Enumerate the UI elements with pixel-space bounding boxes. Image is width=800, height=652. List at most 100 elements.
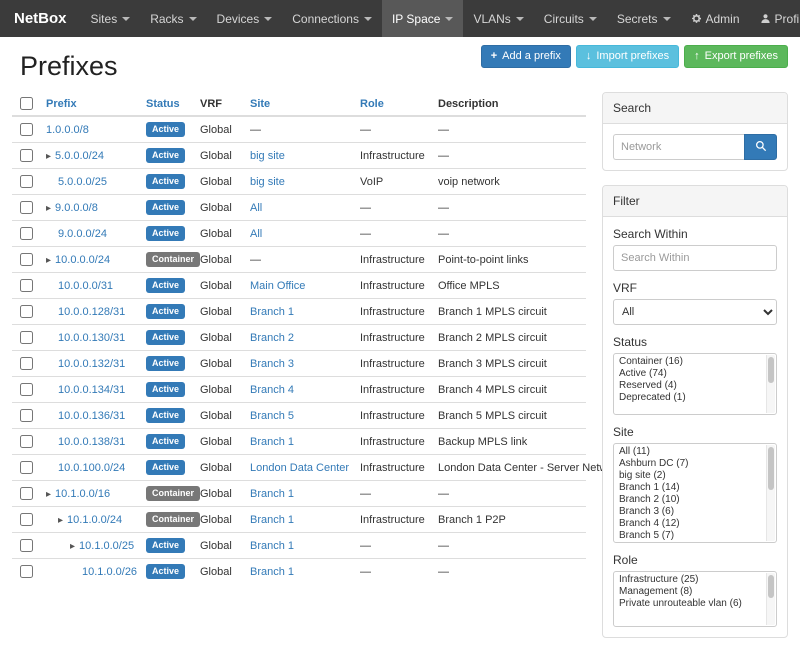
prefix-link[interactable]: 10.0.0.138/31: [58, 436, 125, 448]
row-checkbox[interactable]: [20, 435, 33, 448]
row-checkbox[interactable]: [20, 357, 33, 370]
row-checkbox[interactable]: [20, 331, 33, 344]
prefix-link[interactable]: 1.0.0.0/8: [46, 124, 89, 136]
listbox-option[interactable]: Infrastructure (25): [619, 574, 762, 586]
prefix-link[interactable]: 10.1.0.0/25: [79, 540, 134, 552]
scrollbar-thumb[interactable]: [768, 575, 774, 598]
nav-item-secrets[interactable]: Secrets: [607, 0, 681, 37]
prefix-link[interactable]: 10.0.0.128/31: [58, 306, 125, 318]
role-scrollbar[interactable]: [766, 573, 775, 625]
listbox-option[interactable]: Branch 1 (14): [619, 482, 762, 494]
column-sort-link[interactable]: Site: [250, 98, 270, 110]
prefix-link[interactable]: 10.0.0.130/31: [58, 332, 125, 344]
status-filter-listbox[interactable]: Container (16)Active (74)Reserved (4)Dep…: [613, 353, 777, 415]
nav-item-sites[interactable]: Sites: [81, 0, 141, 37]
row-checkbox[interactable]: [20, 409, 33, 422]
listbox-option[interactable]: COLO-1 (4): [619, 542, 762, 543]
expand-caret-icon[interactable]: ▸: [46, 489, 51, 500]
site-link[interactable]: Branch 1: [250, 566, 294, 578]
prefix-link[interactable]: 10.0.0.134/31: [58, 384, 125, 396]
role-filter-listbox[interactable]: Infrastructure (25)Management (8)Private…: [613, 571, 777, 627]
row-checkbox[interactable]: [20, 201, 33, 214]
profile-link[interactable]: Profile: [750, 0, 800, 37]
row-checkbox[interactable]: [20, 279, 33, 292]
site-link[interactable]: Branch 2: [250, 332, 294, 344]
row-checkbox[interactable]: [20, 227, 33, 240]
site-link[interactable]: big site: [250, 150, 285, 162]
site-link[interactable]: Branch 1: [250, 488, 294, 500]
column-sort-link[interactable]: Status: [146, 98, 180, 110]
scrollbar-thumb[interactable]: [768, 357, 774, 383]
row-checkbox[interactable]: [20, 461, 33, 474]
export-prefixes-button[interactable]: ↑ Export prefixes: [684, 45, 788, 68]
import-prefixes-button[interactable]: ↓ Import prefixes: [576, 45, 679, 68]
row-checkbox[interactable]: [20, 175, 33, 188]
nav-item-racks[interactable]: Racks: [140, 0, 206, 37]
row-checkbox[interactable]: [20, 487, 33, 500]
search-button[interactable]: [744, 134, 777, 160]
prefix-link[interactable]: 9.0.0.0/8: [55, 202, 98, 214]
expand-caret-icon[interactable]: ▸: [70, 541, 75, 552]
add-prefix-button[interactable]: + Add a prefix: [481, 45, 571, 68]
expand-caret-icon[interactable]: ▸: [46, 151, 51, 162]
listbox-option[interactable]: Private unrouteable vlan (6): [619, 598, 762, 610]
prefix-link[interactable]: 10.1.0.0/16: [55, 488, 110, 500]
column-sort-link[interactable]: Role: [360, 98, 384, 110]
search-within-input[interactable]: [613, 245, 777, 271]
prefix-link[interactable]: 5.0.0.0/25: [58, 176, 107, 188]
row-checkbox[interactable]: [20, 565, 33, 578]
site-link[interactable]: London Data Center: [250, 462, 349, 474]
listbox-option[interactable]: Deprecated (1): [619, 392, 762, 404]
site-scrollbar[interactable]: [766, 445, 775, 541]
prefix-link[interactable]: 5.0.0.0/24: [55, 150, 104, 162]
listbox-option[interactable]: Branch 5 (7): [619, 530, 762, 542]
prefix-link[interactable]: 10.1.0.0/26: [82, 566, 137, 578]
vrf-select[interactable]: All: [613, 299, 777, 325]
listbox-option[interactable]: All (11): [619, 446, 762, 458]
site-link[interactable]: Branch 1: [250, 540, 294, 552]
site-link[interactable]: All: [250, 228, 262, 240]
listbox-option[interactable]: Container (16): [619, 356, 762, 368]
nav-item-connections[interactable]: Connections: [282, 0, 382, 37]
site-link[interactable]: All: [250, 202, 262, 214]
search-input[interactable]: [613, 134, 744, 160]
prefix-link[interactable]: 10.1.0.0/24: [67, 514, 122, 526]
row-checkbox[interactable]: [20, 513, 33, 526]
status-scrollbar[interactable]: [766, 355, 775, 413]
row-checkbox[interactable]: [20, 539, 33, 552]
expand-caret-icon[interactable]: ▸: [46, 255, 51, 266]
prefix-link[interactable]: 9.0.0.0/24: [58, 228, 107, 240]
site-link[interactable]: Branch 3: [250, 358, 294, 370]
prefix-link[interactable]: 10.0.0.136/31: [58, 410, 125, 422]
listbox-option[interactable]: Branch 3 (6): [619, 506, 762, 518]
prefix-link[interactable]: 10.0.0.0/24: [55, 254, 110, 266]
row-checkbox[interactable]: [20, 253, 33, 266]
prefix-link[interactable]: 10.0.100.0/24: [58, 462, 125, 474]
column-sort-link[interactable]: Prefix: [46, 98, 77, 110]
site-link[interactable]: big site: [250, 176, 285, 188]
select-all-checkbox[interactable]: [20, 97, 33, 110]
row-checkbox[interactable]: [20, 305, 33, 318]
listbox-option[interactable]: Active (74): [619, 368, 762, 380]
listbox-option[interactable]: Branch 4 (12): [619, 518, 762, 530]
site-link[interactable]: Branch 5: [250, 410, 294, 422]
brand-logo[interactable]: NetBox: [0, 0, 81, 37]
nav-item-circuits[interactable]: Circuits: [534, 0, 607, 37]
site-link[interactable]: Branch 1: [250, 306, 294, 318]
listbox-option[interactable]: big site (2): [619, 470, 762, 482]
row-checkbox[interactable]: [20, 383, 33, 396]
expand-caret-icon[interactable]: ▸: [46, 203, 51, 214]
listbox-option[interactable]: Reserved (4): [619, 380, 762, 392]
scrollbar-thumb[interactable]: [768, 447, 774, 490]
nav-item-ip-space[interactable]: IP Space: [382, 0, 463, 37]
site-link[interactable]: Branch 4: [250, 384, 294, 396]
row-checkbox[interactable]: [20, 123, 33, 136]
nav-item-vlans[interactable]: VLANs: [463, 0, 533, 37]
listbox-option[interactable]: Management (8): [619, 586, 762, 598]
row-checkbox[interactable]: [20, 149, 33, 162]
site-link[interactable]: Branch 1: [250, 514, 294, 526]
prefix-link[interactable]: 10.0.0.132/31: [58, 358, 125, 370]
listbox-option[interactable]: Ashburn DC (7): [619, 458, 762, 470]
listbox-option[interactable]: Branch 2 (10): [619, 494, 762, 506]
expand-caret-icon[interactable]: ▸: [58, 515, 63, 526]
